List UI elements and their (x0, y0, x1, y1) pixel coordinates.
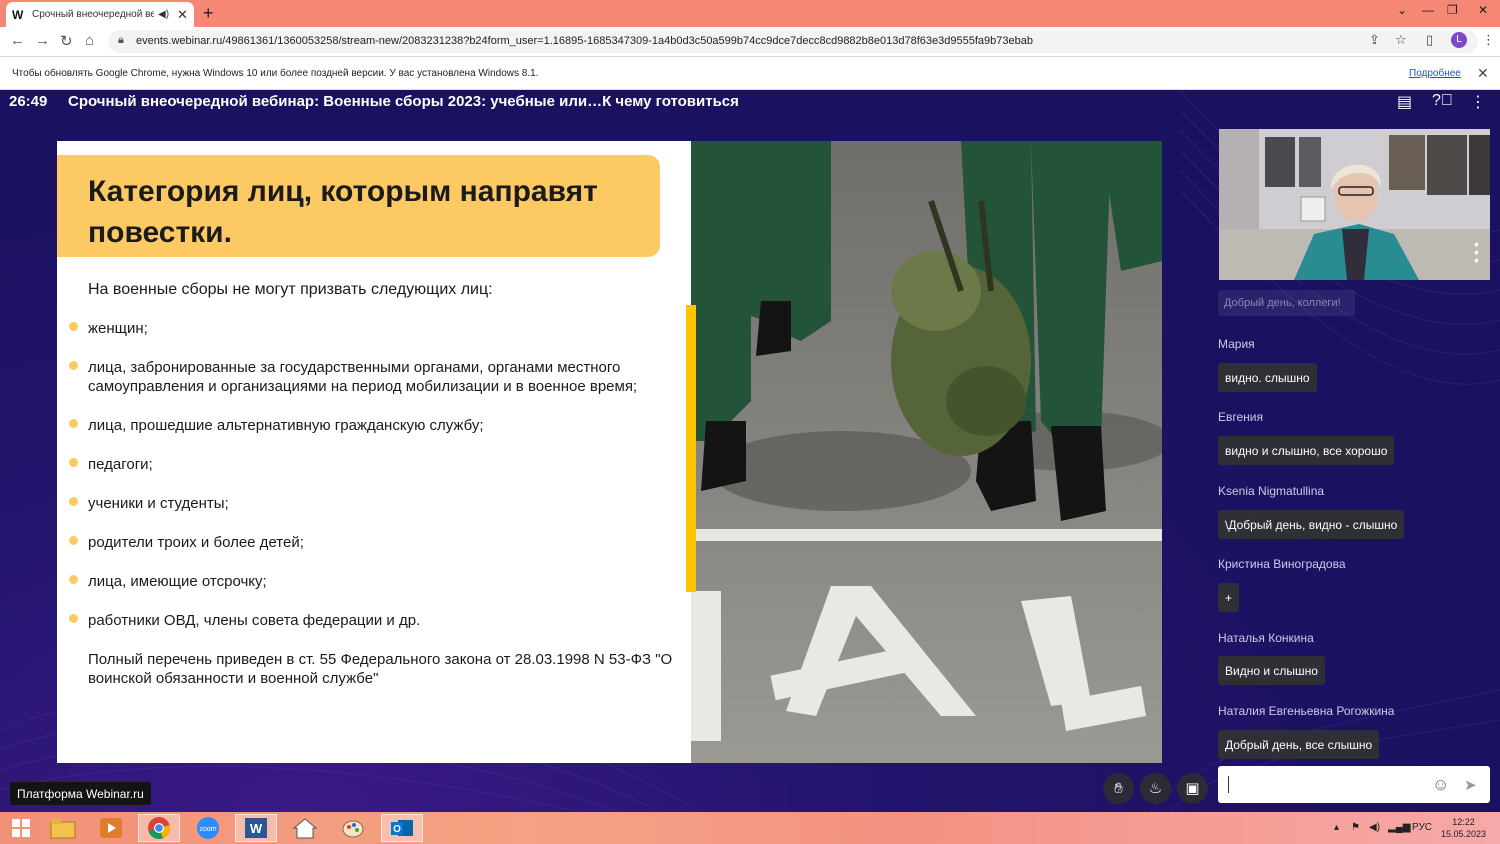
bullet-item: ученики и студенты; (69, 494, 669, 513)
outlook-icon[interactable]: O (381, 814, 423, 842)
bullet-dot-icon (69, 361, 78, 370)
language-indicator[interactable]: РУС (1412, 822, 1432, 833)
chat-icon[interactable]: ▤ (1397, 92, 1412, 112)
new-tab-button[interactable]: + (203, 3, 214, 24)
svg-text:W: W (250, 821, 263, 836)
bullet-dot-icon (69, 536, 78, 545)
reaction-fire-button[interactable]: ♨ (1140, 773, 1171, 804)
browser-tab[interactable]: W Срочный внеочередной ве ◀) ✕ (6, 2, 194, 27)
chrome-icon[interactable] (138, 814, 180, 842)
bullet-dot-icon (69, 614, 78, 623)
tray-expand-icon[interactable]: ▴ (1334, 822, 1339, 833)
question-icon[interactable]: ?⃞ (1432, 92, 1453, 110)
slide-bullet-list: женщин; лица, забронированные за государ… (69, 319, 669, 650)
webinar-stage: 26:49 Срочный внеочередной вебинар: Воен… (0, 90, 1500, 812)
browser-toolbar: ← → ↻ ⌂ 🔒︎ events.webinar.ru/49861361/13… (0, 27, 1500, 56)
windows-start-icon[interactable] (0, 814, 42, 842)
restore-button[interactable]: ❐ (1447, 3, 1458, 17)
media-player-icon[interactable] (90, 814, 132, 842)
picture-in-picture-button[interactable]: ▣ (1177, 773, 1208, 804)
home-icon[interactable]: ⌂ (85, 32, 94, 49)
chat-message: Добрый день, все слышно (1218, 730, 1380, 759)
chat-author: Евгения (1218, 410, 1263, 424)
text-caret (1228, 776, 1229, 793)
send-icon[interactable]: ➤ (1464, 776, 1477, 794)
webinar-favicon-icon: W (12, 7, 24, 22)
action-center-flag-icon[interactable]: ⚑ (1351, 822, 1360, 833)
speaker-icon[interactable]: ◀) (158, 9, 169, 20)
chat-author: Наталия Евгеньевна Рогожкина (1218, 704, 1395, 718)
home-app-icon[interactable] (284, 814, 326, 842)
chat-message: видно и слышно, все хорошо (1218, 436, 1395, 465)
webinar-title: Срочный внеочередной вебинар: Военные сб… (68, 93, 739, 110)
tab-search-icon[interactable]: ⌄ (1397, 3, 1407, 17)
paint-icon[interactable] (332, 814, 374, 842)
url-text[interactable]: events.webinar.ru/49861361/1360053258/st… (136, 35, 1033, 47)
tab-strip: W Срочный внеочередной ве ◀) ✕ + ⌄ — ❐ ✕ (0, 0, 1500, 27)
bullet-dot-icon (69, 497, 78, 506)
lock-icon[interactable]: 🔒︎ (118, 34, 124, 47)
presenter-video[interactable] (1219, 129, 1490, 280)
presentation-slide: Категория лиц, которым направят повестки… (57, 141, 1162, 763)
close-tab-icon[interactable]: ✕ (177, 7, 188, 23)
bookmark-star-icon[interactable]: ☆ (1395, 32, 1407, 48)
system-clock[interactable]: 12:22 15.05.2023 (1441, 816, 1486, 840)
bullet-dot-icon (69, 419, 78, 428)
address-bar[interactable]: 🔒︎ events.webinar.ru/49861361/1360053258… (108, 30, 1478, 53)
infobar-more-link[interactable]: Подробнее (1409, 68, 1461, 79)
svg-text:O: O (393, 824, 401, 835)
share-icon[interactable]: ⇪ (1369, 32, 1380, 48)
platform-badge: Платформа Webinar.ru (10, 782, 151, 805)
bullet-item: лица, прошедшие альтернативную гражданск… (69, 416, 669, 435)
minimize-button[interactable]: — (1422, 3, 1434, 17)
volume-icon[interactable]: ◀) (1369, 822, 1380, 833)
slide-intro: На военные сборы не могут призвать следу… (88, 281, 493, 298)
chat-author: Ksenia Nigmatullina (1218, 484, 1325, 498)
bullet-item: родители троих и более детей; (69, 533, 669, 552)
more-options-icon[interactable]: ⋮ (1470, 92, 1486, 112)
file-explorer-icon[interactable] (42, 814, 84, 842)
infobar-close-icon[interactable]: ✕ (1477, 65, 1489, 82)
raise-hand-button[interactable]: ✋︎ (1103, 773, 1134, 804)
chat-author: Наталья Конкина (1218, 631, 1314, 645)
bullet-item: лица, забронированные за государственным… (69, 358, 669, 396)
chrome-menu-icon[interactable]: ⋮ (1482, 32, 1495, 48)
slide-title-banner: Категория лиц, которым направят повестки… (57, 155, 660, 257)
chat-author: Кристина Виноградова (1218, 557, 1346, 571)
back-arrow-icon[interactable]: ← (10, 32, 25, 49)
forward-arrow-icon[interactable]: → (35, 32, 50, 49)
close-window-button[interactable]: ✕ (1478, 3, 1488, 17)
chat-author: Мария (1218, 337, 1255, 351)
bullet-item: работники ОВД, члены совета федерации и … (69, 611, 669, 630)
profile-avatar[interactable]: L (1451, 32, 1467, 48)
bullet-item: лица, имеющие отсрочку; (69, 572, 669, 591)
update-infobar: Чтобы обновлять Google Chrome, нужна Win… (0, 56, 1500, 90)
svg-text:zoom: zoom (199, 826, 216, 833)
soldiers-photo (691, 141, 1162, 763)
chat-message: \Добрый день, видно - слышно (1218, 510, 1405, 539)
video-options-icon[interactable]: • • • (1474, 237, 1479, 267)
bullet-dot-icon (69, 458, 78, 467)
bullet-dot-icon (69, 575, 78, 584)
network-signal-icon[interactable]: ▂▄▆ (1388, 822, 1410, 833)
word-icon[interactable]: W (235, 814, 277, 842)
chat-message: Видно и слышно (1218, 656, 1325, 685)
tab-title: Срочный внеочередной ве (32, 9, 154, 20)
bullet-item: женщин; (69, 319, 669, 338)
bullet-item: педагоги; (69, 455, 669, 474)
windows-taskbar: zoom W O ▴ ⚑ ◀) ▂▄▆ РУС 12:22 15.05.2023 (0, 812, 1500, 844)
chat-faded-message: Добрый день, коллеги! (1218, 290, 1355, 316)
slide-accent-bar (686, 305, 696, 592)
webinar-timer: 26:49 (9, 93, 48, 110)
infobar-message: Чтобы обновлять Google Chrome, нужна Win… (12, 68, 539, 79)
bullet-dot-icon (69, 322, 78, 331)
chat-message: + (1218, 583, 1240, 612)
side-panel-icon[interactable]: ▯ (1426, 32, 1433, 48)
emoji-icon[interactable]: ☺ (1432, 775, 1449, 795)
zoom-icon[interactable]: zoom (187, 814, 229, 842)
chat-message: видно. слышно (1218, 363, 1317, 392)
slide-footnote: Полный перечень приведен в ст. 55 Федера… (88, 651, 673, 687)
slide-title: Категория лиц, которым направят повестки… (88, 175, 598, 249)
reload-icon[interactable]: ↻ (60, 32, 73, 50)
